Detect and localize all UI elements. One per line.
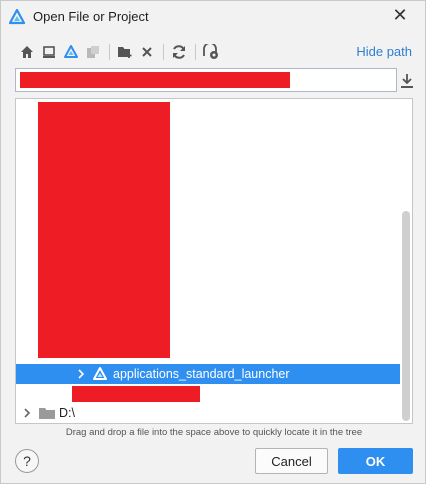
- redacted-path-value: [20, 72, 290, 88]
- chevron-right-icon: [78, 369, 85, 379]
- path-input[interactable]: [15, 68, 397, 92]
- drag-drop-hint: Drag and drop a file into the space abov…: [65, 427, 363, 438]
- show-hidden-icon[interactable]: [201, 41, 221, 63]
- scrollbar-thumb[interactable]: [402, 211, 410, 421]
- help-button[interactable]: ?: [15, 449, 39, 473]
- refresh-icon[interactable]: [169, 41, 189, 63]
- module-icon[interactable]: [83, 41, 103, 63]
- cancel-button[interactable]: Cancel: [255, 448, 328, 474]
- dialog-title: Open File or Project: [33, 9, 149, 24]
- project-icon[interactable]: [61, 41, 81, 63]
- tree-item-drive[interactable]: D:\: [16, 403, 402, 423]
- toolbar-separator: [195, 44, 196, 60]
- scrollbar-track[interactable]: [400, 99, 412, 423]
- app-logo-icon: [9, 9, 25, 25]
- close-icon[interactable]: ✕: [391, 7, 409, 25]
- hide-path-link[interactable]: Hide path: [356, 44, 412, 59]
- tree-item-selected[interactable]: applications_standard_launcher: [16, 364, 402, 384]
- new-folder-icon[interactable]: [115, 41, 135, 63]
- ok-button[interactable]: OK: [338, 448, 413, 474]
- folder-icon: [39, 408, 55, 419]
- tree-item-label: D:\: [59, 406, 75, 420]
- toolbar-separator: [109, 44, 110, 60]
- tree-item-label: applications_standard_launcher: [113, 367, 290, 381]
- redacted-tree-items: [38, 102, 170, 358]
- delete-icon[interactable]: [137, 41, 157, 63]
- home-icon[interactable]: [17, 41, 37, 63]
- redacted-tree-item: [72, 386, 200, 402]
- chevron-right-icon: [24, 408, 31, 418]
- title-bar: Open File or Project ✕: [1, 1, 425, 33]
- project-icon: [93, 367, 107, 380]
- file-tree[interactable]: applications_standard_launcher D:\: [15, 98, 413, 424]
- toolbar: [17, 41, 317, 63]
- download-icon[interactable]: [399, 72, 415, 90]
- desktop-icon[interactable]: [39, 41, 59, 63]
- toolbar-separator: [163, 44, 164, 60]
- open-file-dialog: Open File or Project ✕ Hide path applica…: [0, 0, 426, 484]
